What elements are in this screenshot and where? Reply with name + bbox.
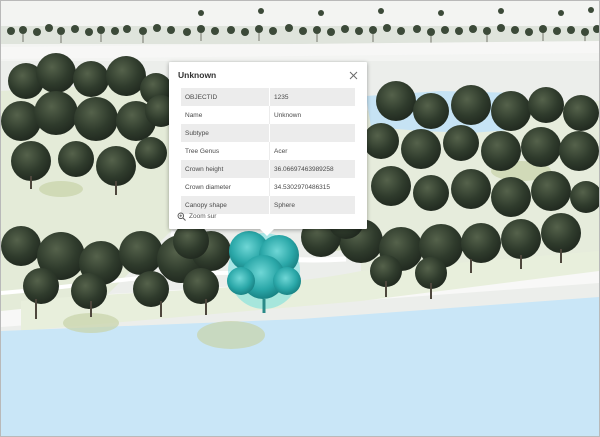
- field-name: Crown diameter: [181, 178, 270, 196]
- field-value: Unknown: [269, 106, 355, 124]
- field-name: Crown height: [181, 160, 270, 178]
- map-view[interactable]: Unknown OBJECTID 1235 Name Unknown Subty…: [0, 0, 600, 437]
- table-row: Tree Genus Acer: [181, 142, 355, 160]
- field-name: Name: [181, 106, 270, 124]
- feature-popup: Unknown OBJECTID 1235 Name Unknown Subty…: [169, 62, 367, 236]
- field-value: 36.06697463989258: [269, 160, 355, 178]
- close-icon: [349, 71, 358, 80]
- popup-title: Unknown: [178, 70, 217, 80]
- close-button[interactable]: [348, 68, 359, 80]
- field-value: 1235: [269, 88, 355, 106]
- table-row: OBJECTID 1235: [181, 88, 355, 106]
- field-value: [269, 124, 355, 142]
- zoom-to-button[interactable]: Zoom sur: [177, 212, 216, 221]
- field-name: Tree Genus: [181, 142, 270, 160]
- zoom-in-icon: [177, 212, 186, 221]
- field-value: 34.5302970486315: [269, 178, 355, 196]
- field-value: Acer: [269, 142, 355, 160]
- zoom-to-label: Zoom sur: [189, 213, 217, 220]
- table-row: Crown height 36.06697463989258: [181, 160, 355, 178]
- attribute-table: OBJECTID 1235 Name Unknown Subtype Tree …: [181, 88, 355, 214]
- table-row: Subtype: [181, 124, 355, 142]
- table-row: Name Unknown: [181, 106, 355, 124]
- field-name: Subtype: [181, 124, 270, 142]
- table-row: Crown diameter 34.5302970486315: [181, 178, 355, 196]
- field-value: Sphere: [269, 196, 355, 214]
- field-name: OBJECTID: [181, 88, 270, 106]
